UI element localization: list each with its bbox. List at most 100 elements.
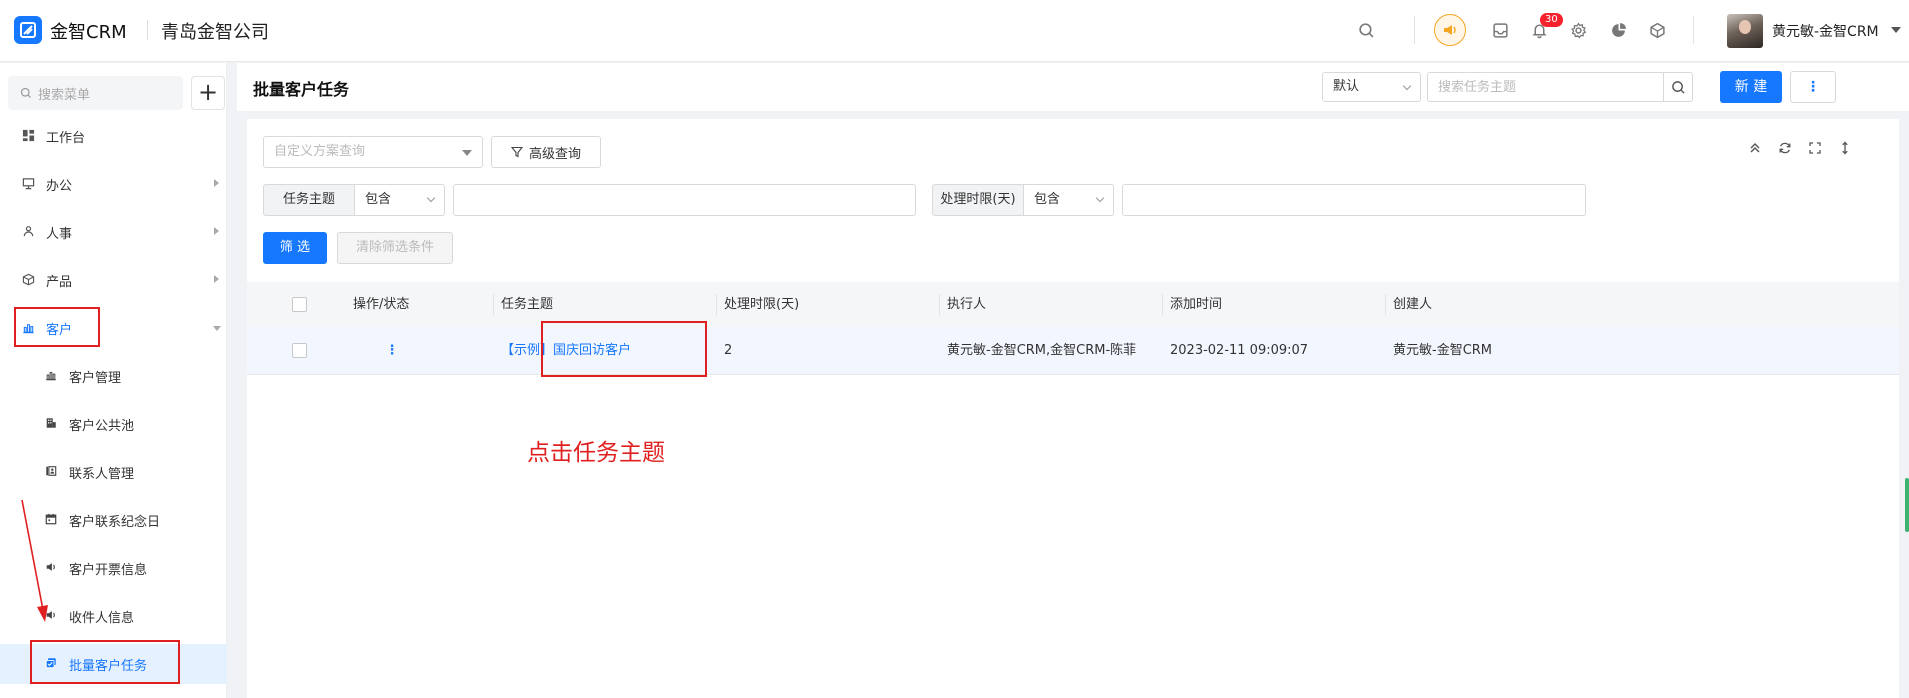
column-divider (1385, 294, 1386, 315)
filter-operator-select[interactable]: 包含 (355, 184, 445, 216)
sidebar-item-label: 客户开票信息 (69, 562, 148, 578)
settings-icon[interactable] (1568, 20, 1588, 40)
task-search-input[interactable] (1427, 72, 1664, 102)
add-menu-button[interactable]: + (191, 76, 225, 110)
search-icon[interactable] (1356, 20, 1376, 40)
page-title: 批量客户任务 (253, 80, 350, 99)
sidebar-subitem-anniversary[interactable]: 客户联系纪念日 (0, 500, 227, 540)
user-name[interactable]: 黄元敏-金智CRM (1772, 21, 1879, 41)
column-header-added-time[interactable]: 添加时间 (1170, 282, 1222, 327)
column-header-executor[interactable]: 执行人 (947, 282, 986, 327)
sidebar: 搜索菜单 + 工作台 办公 人事 产品 客户 客户管理 客户公共池 联系人管理 … (0, 63, 227, 698)
announcement-icon[interactable] (1434, 14, 1466, 46)
tasks-icon (45, 657, 59, 671)
filter-operator-select[interactable]: 包含 (1024, 184, 1114, 216)
edge-handle[interactable] (1905, 478, 1909, 532)
filter-icon (510, 146, 523, 158)
column-header-action: 操作/状态 (353, 297, 410, 312)
sidebar-item-label: 批量客户任务 (69, 658, 148, 674)
building-icon (45, 417, 59, 431)
sidebar-subitem-batch-tasks[interactable]: 批量客户任务 (0, 644, 227, 684)
company-name[interactable]: 青岛金智公司 (161, 18, 269, 44)
caret-down-icon (462, 150, 472, 156)
select-all-checkbox[interactable] (292, 297, 307, 312)
pie-chart-icon[interactable] (1608, 20, 1628, 40)
search-icon (20, 87, 31, 98)
sidebar-item-label: 客户 (46, 322, 73, 338)
row-checkbox[interactable] (292, 343, 307, 358)
advanced-query-label: 高级查询 (528, 146, 581, 162)
box-icon (22, 273, 36, 287)
avatar[interactable] (1727, 14, 1763, 48)
search-button[interactable] (1663, 72, 1693, 102)
filter-value-input[interactable] (453, 184, 916, 216)
filter-value-input[interactable] (1122, 184, 1586, 216)
chevron-right-icon (214, 179, 219, 187)
sidebar-subitem-public-pool[interactable]: 客户公共池 (0, 404, 227, 444)
filter-operator-value: 包含 (1034, 192, 1061, 207)
chevron-right-icon (214, 227, 219, 235)
chevron-down-icon (1095, 193, 1105, 203)
chevron-down-icon[interactable] (1891, 27, 1901, 33)
column-header-subject[interactable]: 任务主题 (501, 282, 553, 327)
table-row[interactable]: ⋮ 【示例】国庆回访客户 2 黄元敏-金智CRM,金智CRM-陈菲 2023-0… (247, 327, 1899, 375)
column-divider (716, 294, 717, 315)
sidebar-item-label: 收件人信息 (69, 610, 135, 626)
annotation-text: 点击任务主题 (527, 440, 665, 466)
chevron-right-icon (214, 275, 219, 283)
speaker-icon (45, 609, 59, 623)
sidebar-item-customers[interactable]: 客户 (0, 308, 227, 348)
view-select[interactable]: 默认 (1322, 72, 1421, 102)
monitor-icon (22, 177, 36, 191)
chart-icon (45, 369, 59, 383)
speaker-icon (45, 561, 59, 575)
sidebar-item-workbench[interactable]: 工作台 (0, 116, 227, 156)
sidebar-item-office[interactable]: 办公 (0, 164, 227, 204)
table-toolbar (1747, 140, 1853, 156)
sidebar-item-label: 产品 (46, 274, 73, 290)
brand-name: 金智CRM (50, 22, 127, 43)
sidebar-item-label: 人事 (46, 226, 73, 242)
more-options-button[interactable]: ⋮ (1790, 71, 1836, 103)
sidebar-subitem-invoice-info[interactable]: 客户开票信息 (0, 548, 227, 588)
filter-button[interactable]: 筛 选 (263, 232, 327, 264)
divider (1414, 16, 1415, 44)
column-header-deadline[interactable]: 处理时限(天) (724, 282, 799, 327)
contact-card-icon (45, 465, 59, 479)
clear-filter-button[interactable]: 清除筛选条件 (337, 232, 453, 264)
table-header: 操作/状态 任务主题 处理时限(天) 执行人 添加时间 创建人 (247, 282, 1899, 327)
menu-search-input[interactable]: 搜索菜单 (8, 76, 183, 110)
advanced-query-button[interactable]: 高级查询 (491, 136, 601, 168)
cube-icon[interactable] (1647, 20, 1667, 40)
calendar-icon (45, 513, 59, 527)
divider (147, 20, 148, 40)
top-bar: 金智CRM 青岛金智公司 30 黄元敏-金智CRM (0, 0, 1909, 62)
collapse-icon[interactable] (1747, 140, 1763, 156)
column-divider (939, 294, 940, 315)
column-header-creator[interactable]: 创建人 (1393, 282, 1432, 327)
row-height-icon[interactable] (1837, 140, 1853, 156)
sidebar-item-hr[interactable]: 人事 (0, 212, 227, 252)
task-subject-link[interactable]: 【示例】国庆回访客户 (501, 327, 631, 375)
sidebar-subitem-contacts[interactable]: 联系人管理 (0, 452, 227, 492)
chart-icon (22, 321, 36, 335)
people-icon (22, 225, 36, 239)
row-actions-menu-icon[interactable]: ⋮ (384, 341, 400, 361)
view-select-value: 默认 (1333, 79, 1360, 94)
added-time-cell: 2023-02-11 09:09:07 (1170, 343, 1309, 358)
inbox-icon[interactable] (1490, 20, 1510, 40)
divider (1693, 16, 1694, 44)
sidebar-item-products[interactable]: 产品 (0, 260, 227, 300)
sidebar-item-label: 客户联系纪念日 (69, 514, 161, 530)
new-button[interactable]: 新 建 (1720, 71, 1782, 103)
scheme-placeholder: 自定义方案查询 (274, 144, 366, 159)
sidebar-item-label: 办公 (46, 178, 73, 194)
fullscreen-icon[interactable] (1807, 140, 1823, 156)
filter-operator-value: 包含 (365, 192, 392, 207)
brand-logo-icon[interactable] (14, 16, 42, 44)
scheme-select[interactable]: 自定义方案查询 (263, 136, 483, 168)
refresh-icon[interactable] (1777, 140, 1793, 156)
sidebar-subitem-customer-management[interactable]: 客户管理 (0, 356, 227, 396)
sidebar-subitem-recipient-info[interactable]: 收件人信息 (0, 596, 227, 636)
deadline-cell: 2 (724, 343, 733, 358)
